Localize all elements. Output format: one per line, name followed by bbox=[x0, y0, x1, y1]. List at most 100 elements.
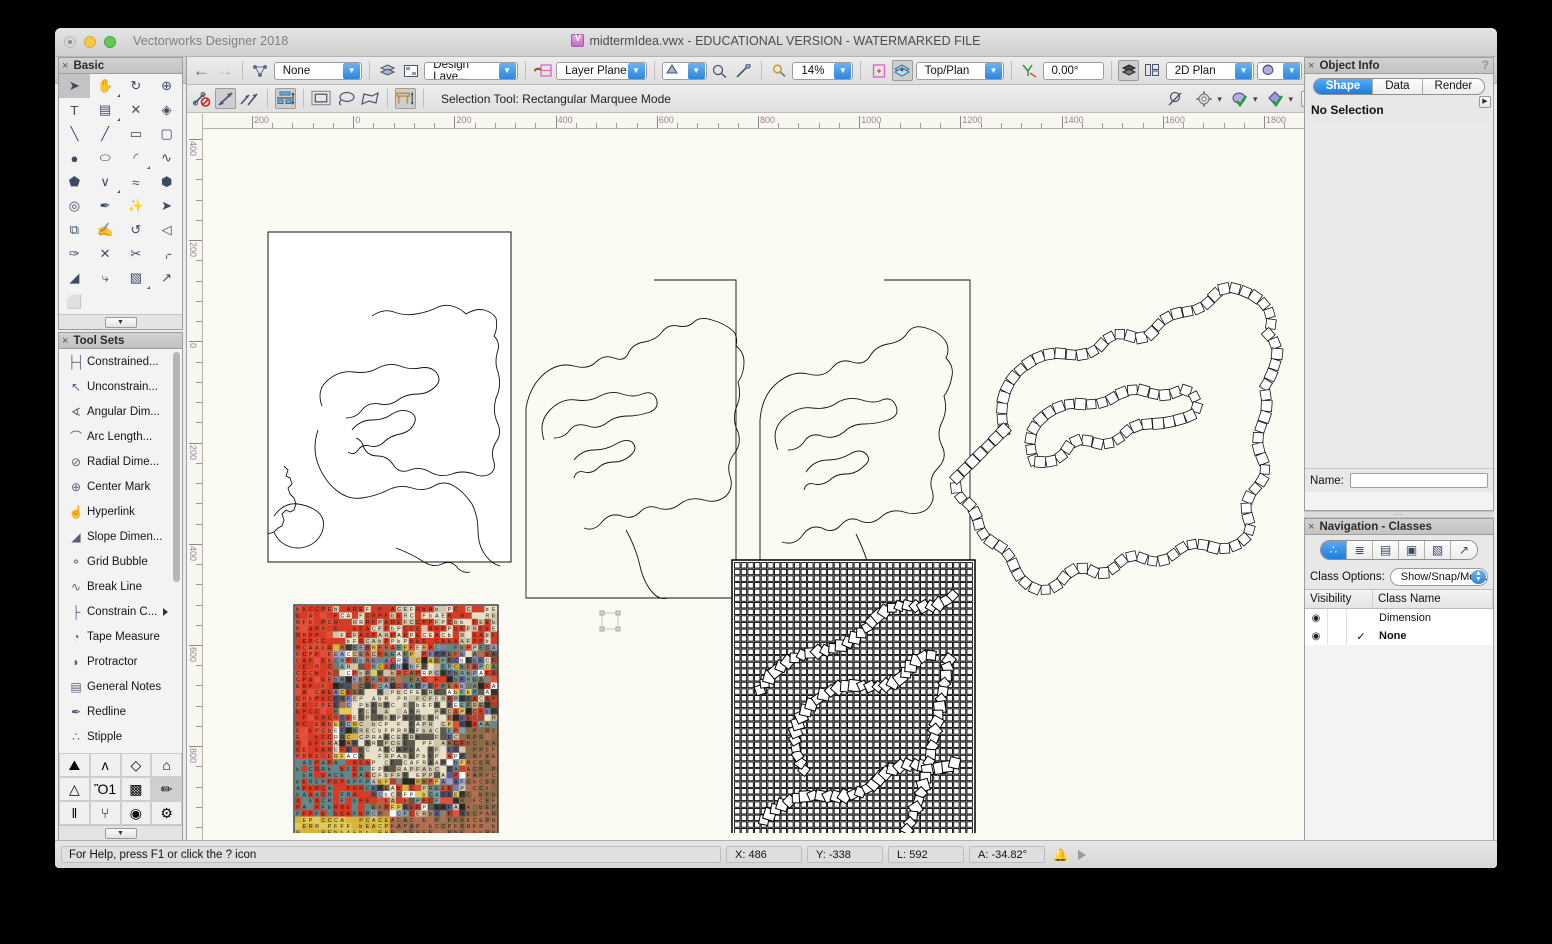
vertical-ruler[interactable]: 400 200 0 200 400 600 800 bbox=[187, 114, 203, 850]
tool-set-item-8[interactable]: ⚬ Grid Bubble bbox=[59, 549, 182, 574]
smart-edit-mode-icon[interactable] bbox=[395, 88, 416, 109]
class-rows-container[interactable]: ◉ Dimension ◉ ✓ None bbox=[1305, 609, 1493, 645]
move-by-points-tool[interactable]: ↗ bbox=[151, 266, 182, 290]
class-network-icon[interactable] bbox=[250, 60, 271, 81]
connect-combine-tool[interactable]: ⬜ bbox=[59, 290, 90, 314]
zoom-combo[interactable]: 14% ▼ bbox=[792, 61, 854, 80]
layer-combo-chevron-down-icon[interactable]: ▼ bbox=[498, 62, 516, 79]
multiple-object-mode-icon[interactable] bbox=[239, 88, 260, 109]
rectangle-tool[interactable]: ▭ bbox=[121, 122, 152, 146]
oval-tool[interactable]: ⬭ bbox=[90, 146, 121, 170]
tool-set-item-3[interactable]: ⌒ Arc Length... bbox=[59, 424, 182, 449]
polygon-tool[interactable]: ⬟ bbox=[59, 170, 90, 194]
tool-set-item-2[interactable]: ∢ Angular Dim... bbox=[59, 399, 182, 424]
horizontal-ruler[interactable]: 200 0 200 400 600 800 1000 1200 1400 1600 1800 bbox=[203, 114, 1320, 129]
piping-icon[interactable]: ⑂ bbox=[89, 801, 121, 825]
object-info-close-icon[interactable]: × bbox=[1308, 60, 1314, 72]
contour-map-framed[interactable] bbox=[267, 231, 512, 573]
tool-set-item-6[interactable]: ☝ Hyperlink bbox=[59, 499, 182, 524]
smart-options-gear-icon[interactable] bbox=[1194, 89, 1215, 110]
render-options-chevron-down-icon[interactable]: ▼ bbox=[1283, 62, 1301, 79]
submenu-arrow-icon[interactable] bbox=[163, 608, 168, 616]
class-options-stepper-icon[interactable]: ▲ ▼ bbox=[1471, 570, 1486, 584]
class-combo[interactable]: None ▼ bbox=[273, 61, 363, 80]
object-name-input[interactable] bbox=[1349, 473, 1488, 488]
camera-icon[interactable]: ◉ bbox=[120, 801, 152, 825]
references-icon[interactable]: ↗ bbox=[1451, 541, 1477, 559]
navigation-help-icon[interactable]: ? bbox=[1482, 58, 1489, 72]
object-info-tabs[interactable]: Shape Data Render bbox=[1305, 74, 1493, 99]
tab-render[interactable]: Render bbox=[1422, 79, 1485, 94]
page-icon[interactable] bbox=[868, 60, 889, 81]
class-options-select[interactable]: Show/Snap/Mod... ▲ ▼ bbox=[1389, 568, 1488, 586]
rectangular-marquee-mode-icon[interactable] bbox=[311, 88, 332, 109]
structural-icon[interactable]: ‖ bbox=[59, 801, 90, 825]
double-line-tool[interactable]: ╱ bbox=[90, 122, 121, 146]
saved-views-icon[interactable]: ▧ bbox=[1425, 541, 1451, 559]
pen-tool[interactable]: ✑ bbox=[59, 242, 90, 266]
tab-shape[interactable]: Shape bbox=[1313, 79, 1374, 94]
tool-set-item-14[interactable]: ✒ Redline bbox=[59, 699, 182, 724]
magnifier-icon[interactable] bbox=[769, 60, 790, 81]
viewports-icon[interactable]: ▣ bbox=[1399, 541, 1425, 559]
water-icon[interactable]: ᴧ bbox=[89, 753, 121, 777]
extrude-tool[interactable]: ◈ bbox=[151, 98, 182, 122]
no-snap-mode-icon[interactable] bbox=[191, 88, 212, 109]
line-tool[interactable]: ╲ bbox=[59, 122, 90, 146]
tool-set-item-9[interactable]: ∿ Break Line bbox=[59, 574, 182, 599]
view-preferences-icon[interactable] bbox=[1265, 89, 1286, 110]
tool-set-item-15[interactable]: ∴ Stipple bbox=[59, 724, 182, 749]
tile-grid-diagram[interactable] bbox=[731, 559, 976, 850]
active-class-chevron-down-icon[interactable]: ▼ bbox=[687, 62, 705, 79]
visibility-eye-icon[interactable]: ◉ bbox=[1305, 613, 1327, 624]
scale-objects-tool[interactable]: ⧉ bbox=[59, 218, 90, 242]
drawing-canvas[interactable]: bbCCPEbAREFPACEFRbAbPCCbEbAFCAFCRPFbbRCF… bbox=[204, 130, 1320, 850]
tool-sets-close-icon[interactable]: × bbox=[62, 335, 68, 347]
zoom-chevron-down-icon[interactable]: ▼ bbox=[834, 62, 852, 79]
arc-tool[interactable]: ◜ bbox=[121, 146, 152, 170]
mosaic-image[interactable]: b b C C P Eb A R E F P A C E F Rb Ab P C Cb Eb A F C A F C R P Fb b R C F… bbox=[293, 604, 499, 850]
contour-outline-3[interactable] bbox=[759, 279, 971, 603]
object-info-flyout-button[interactable]: ▶ bbox=[1479, 96, 1491, 108]
tool-set-item-1[interactable]: ↖ Unconstrain... bbox=[59, 374, 182, 399]
class-list-table[interactable]: Visibility Class Name ◉ Dimension ◉ ✓ None bbox=[1305, 589, 1493, 645]
basic-palette-close-icon[interactable]: × bbox=[62, 60, 68, 72]
class-row[interactable]: ◉ Dimension bbox=[1305, 609, 1493, 627]
tool-sets-expand-button[interactable]: ▼ bbox=[104, 827, 137, 839]
trim-tool[interactable]: ✕ bbox=[90, 242, 121, 266]
view-combo-chevron-down-icon[interactable]: ▼ bbox=[984, 62, 1002, 79]
basic-palette-footer[interactable]: ▼ bbox=[59, 314, 182, 329]
eyedropper-icon[interactable] bbox=[733, 60, 754, 81]
palette-resize-grip[interactable]: ⋯ bbox=[1304, 509, 1494, 519]
single-object-mode-icon[interactable] bbox=[215, 88, 236, 109]
gear-chevron-down-icon[interactable]: ▾ bbox=[1217, 94, 1222, 105]
tool-set-item-4[interactable]: ⊘ Radial Dime... bbox=[59, 449, 182, 474]
render-combo-chevron-down-icon[interactable]: ▼ bbox=[1235, 62, 1253, 79]
tool-set-item-0[interactable]: ├┤ Constrained... bbox=[59, 349, 182, 374]
render-options-combo[interactable]: ▼ bbox=[1257, 61, 1303, 80]
building-icon[interactable]: ⌂ bbox=[151, 753, 182, 777]
render-combo[interactable]: 2D Plan ▼ bbox=[1165, 61, 1255, 80]
unified-view-icon[interactable] bbox=[891, 60, 913, 81]
selection-marker[interactable] bbox=[599, 610, 621, 632]
terrain-icon[interactable]: ◇ bbox=[120, 753, 152, 777]
site-planning-icon[interactable]: ⛰ bbox=[59, 753, 90, 777]
plane-combo[interactable]: Layer Plane ▼ bbox=[556, 61, 647, 80]
tab-data[interactable]: Data bbox=[1373, 79, 1423, 94]
mirror-tool[interactable]: ◁ bbox=[151, 218, 182, 242]
eyedropper-tool[interactable]: ✒ bbox=[90, 194, 121, 218]
snap-loupe-icon[interactable] bbox=[710, 60, 731, 81]
magic-wand-tool[interactable]: ✨ bbox=[121, 194, 152, 218]
rotation-field[interactable]: 0.00° bbox=[1042, 61, 1104, 80]
flyover-tool[interactable]: ↻ bbox=[121, 74, 152, 98]
machine-design-icon[interactable]: ⚙ bbox=[151, 801, 182, 825]
navigation-icon-row[interactable]: ∴ ≣ ▤ ▣ ▧ ↗ bbox=[1305, 535, 1493, 565]
circle-tool[interactable]: ● bbox=[59, 146, 90, 170]
sheet-layers-icon[interactable]: ▤ bbox=[1373, 541, 1399, 559]
navigation-icon-group[interactable]: ∴ ≣ ▤ ▣ ▧ ↗ bbox=[1320, 540, 1478, 560]
rounded-rectangle-tool[interactable]: ▢ bbox=[151, 122, 182, 146]
offset-tool[interactable]: ⤷ bbox=[90, 266, 121, 290]
design-layers-icon[interactable]: ≣ bbox=[1347, 541, 1373, 559]
tool-set-item-5[interactable]: ⊕ Center Mark bbox=[59, 474, 182, 499]
layer-combo[interactable]: Design Laye... ▼ bbox=[424, 61, 518, 80]
